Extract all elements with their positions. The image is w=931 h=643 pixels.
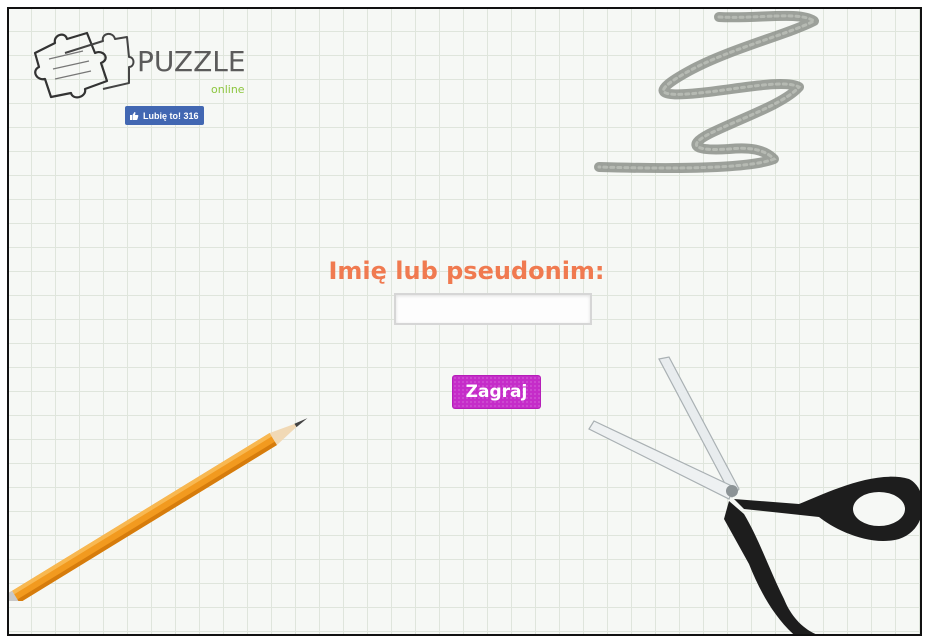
logo-title: PUZZLE bbox=[137, 45, 246, 78]
pencil-decoration bbox=[9, 418, 308, 601]
thumbs-up-icon bbox=[130, 111, 139, 120]
name-input[interactable] bbox=[394, 293, 592, 325]
scissors-decoration bbox=[588, 356, 920, 634]
name-prompt-heading: Imię lub pseudonim: bbox=[328, 257, 605, 285]
facebook-like-button[interactable]: Lubię to! 316 bbox=[125, 106, 204, 125]
site-logo[interactable]: PUZZLE online bbox=[25, 23, 246, 113]
chalk-scribble-decoration bbox=[594, 10, 819, 174]
logo-subtitle: online bbox=[211, 83, 245, 96]
facebook-like-label: Lubię to! 316 bbox=[143, 110, 199, 121]
play-button[interactable]: Zagraj bbox=[453, 376, 540, 408]
game-frame: PUZZLE online Lubię to! 316 Imię lub pse… bbox=[7, 7, 922, 636]
puzzle-pieces-icon bbox=[33, 31, 135, 99]
